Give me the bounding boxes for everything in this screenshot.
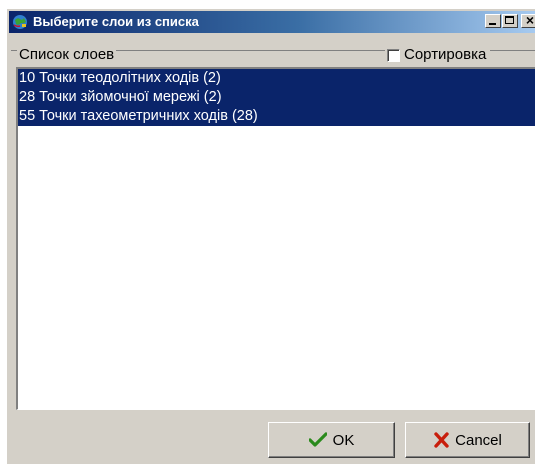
dialog-window: Выберите слои из списка × Список слоев С… bbox=[6, 8, 535, 464]
list-item[interactable]: 55 Точки тахеометричних ходів (28) bbox=[18, 107, 535, 126]
close-icon: × bbox=[525, 12, 535, 28]
sort-option[interactable]: Сортировка bbox=[385, 47, 491, 63]
maximize-button[interactable] bbox=[502, 14, 518, 28]
layers-group-label: Список слоев bbox=[17, 46, 117, 63]
ok-label: OK bbox=[332, 431, 355, 449]
layers-listbox[interactable]: 10 Точки теодолітних ходів (2) 28 Точки … bbox=[16, 67, 535, 410]
title-bar[interactable]: Выберите слои из списка × bbox=[9, 11, 535, 33]
maximize-icon bbox=[505, 16, 514, 24]
window-title: Выберите слои из списка bbox=[33, 14, 199, 29]
list-item[interactable]: 28 Точки зйомочної мережі (2) bbox=[18, 88, 535, 107]
cancel-button[interactable]: Cancel bbox=[405, 422, 530, 458]
list-item[interactable]: 10 Точки теодолітних ходів (2) bbox=[18, 69, 535, 88]
globe-app-icon bbox=[13, 15, 27, 29]
sort-checkbox[interactable] bbox=[387, 48, 400, 62]
cancel-label: Cancel bbox=[455, 431, 502, 449]
minimize-icon bbox=[489, 23, 496, 25]
ok-button[interactable]: OK bbox=[268, 422, 395, 458]
close-button[interactable]: × bbox=[521, 12, 535, 28]
sort-label[interactable]: Сортировка bbox=[404, 47, 486, 63]
check-icon bbox=[308, 432, 327, 447]
x-icon bbox=[434, 432, 449, 448]
minimize-button[interactable] bbox=[485, 14, 501, 28]
